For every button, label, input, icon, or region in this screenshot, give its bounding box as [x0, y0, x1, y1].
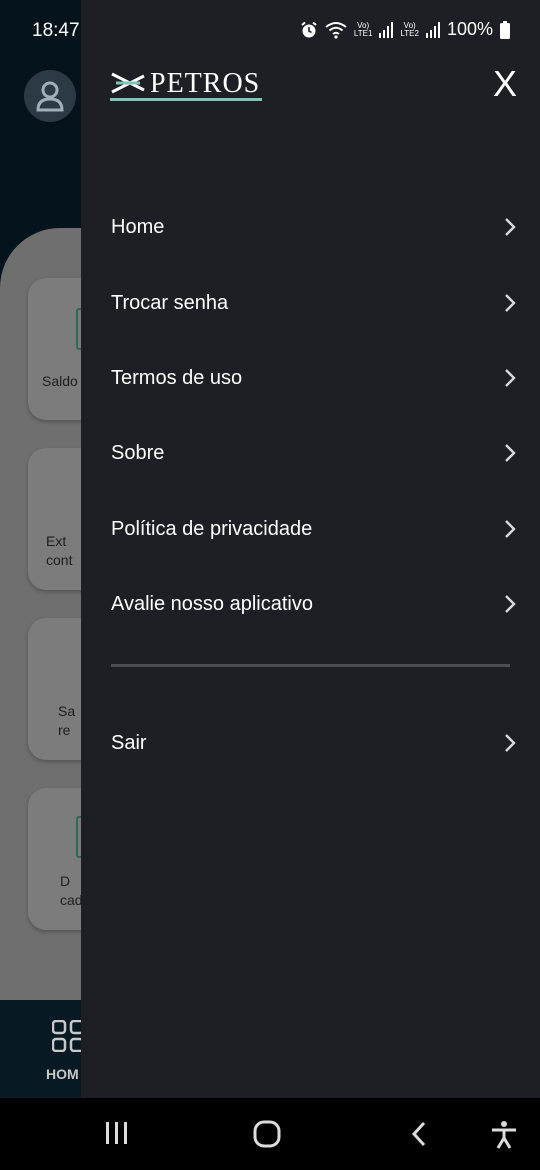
- close-button[interactable]: X: [493, 66, 517, 102]
- battery-percent: 100%: [446, 19, 493, 39]
- accessibility-icon[interactable]: [490, 1120, 518, 1150]
- card-label: Ext cont: [46, 533, 73, 568]
- recent-apps-icon[interactable]: [104, 1120, 130, 1146]
- menu-item-label: Sobre: [111, 441, 165, 464]
- sim2-label: Vo) LTE2: [400, 21, 419, 38]
- menu-item-label: Avalie nosso aplicativo: [111, 592, 313, 615]
- menu-item-label: Sair: [111, 731, 147, 754]
- avatar[interactable]: [24, 70, 76, 122]
- chevron-right-icon: [505, 444, 516, 462]
- status-icons: Vo) LTE1 Vo) LTE2 100%: [300, 19, 510, 40]
- menu-item-label: Política de privacidade: [111, 517, 313, 540]
- user-icon: [36, 81, 64, 112]
- chevron-right-icon: [505, 218, 516, 236]
- logo-underline: [110, 98, 262, 101]
- nav-label-home: HOM: [46, 1066, 79, 1082]
- home-circle-icon[interactable]: [253, 1120, 281, 1148]
- battery-icon: [500, 20, 510, 39]
- menu-item-label: Termos de uso: [111, 366, 243, 389]
- petros-logo: PETROS: [110, 68, 262, 104]
- status-time: 18:47: [32, 20, 80, 41]
- menu-item-label: Home: [111, 215, 165, 238]
- menu-item-avalie-aplicativo[interactable]: Avalie nosso aplicativo: [111, 579, 521, 629]
- sim1-bottom: LTE1: [353, 28, 373, 38]
- menu-item-home[interactable]: Home: [111, 202, 521, 252]
- grid-icon[interactable]: [52, 1020, 84, 1052]
- signal-icon: [425, 21, 440, 38]
- menu-item-politica-de-privacidade[interactable]: Política de privacidade: [111, 504, 521, 554]
- alarm-icon: [301, 21, 317, 37]
- navigation-drawer: PETROS X Home Trocar senha Termos de uso…: [81, 0, 540, 1098]
- status-bar: 18:47 Vo) LTE1 Vo) LTE2 100%: [0, 0, 540, 62]
- chevron-right-icon: [505, 294, 516, 312]
- card-label: Sa re: [58, 703, 76, 738]
- sim2-bottom: LTE2: [400, 28, 419, 38]
- menu-item-termos-de-uso[interactable]: Termos de uso: [111, 353, 521, 403]
- card-label: D cad: [60, 873, 83, 908]
- sim1-label: Vo) LTE1: [353, 21, 373, 38]
- menu-item-trocar-senha[interactable]: Trocar senha: [111, 278, 521, 328]
- back-icon[interactable]: [408, 1120, 430, 1148]
- chevron-right-icon: [505, 520, 516, 538]
- system-navigation-bar: [0, 1098, 540, 1170]
- menu-divider: [111, 664, 510, 667]
- logo-text: PETROS: [150, 68, 261, 99]
- chevron-right-icon: [505, 734, 516, 752]
- wifi-icon: [325, 21, 347, 39]
- logo-emblem-icon: [111, 72, 145, 94]
- menu-item-sair[interactable]: Sair: [111, 718, 521, 768]
- chevron-right-icon: [505, 369, 516, 387]
- signal-icon: [379, 21, 394, 38]
- menu-item-sobre[interactable]: Sobre: [111, 428, 521, 478]
- menu-item-label: Trocar senha: [111, 291, 229, 314]
- chevron-right-icon: [505, 595, 516, 613]
- card-label: Saldo: [42, 373, 78, 389]
